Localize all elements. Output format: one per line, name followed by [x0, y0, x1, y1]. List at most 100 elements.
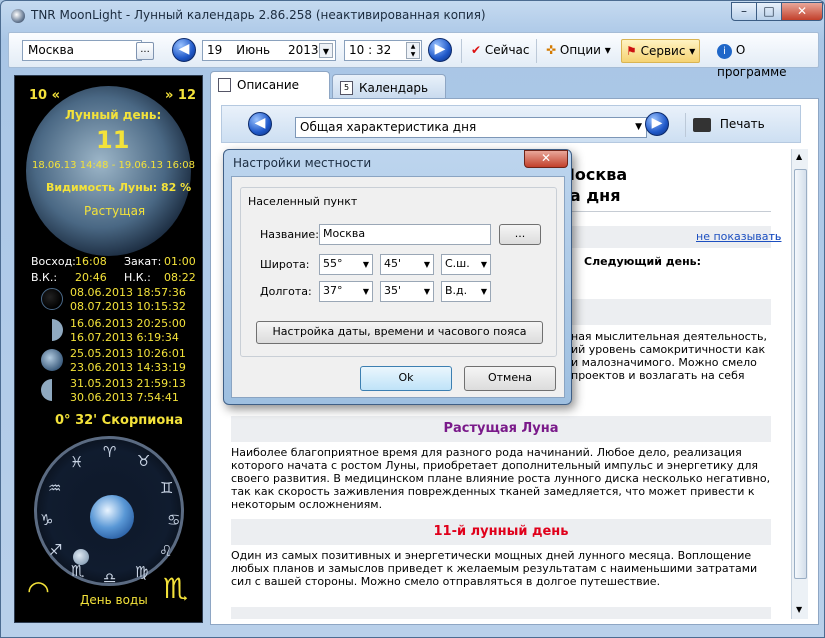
toolbar-separator — [461, 39, 462, 63]
virgo-icon: ♍ — [135, 563, 149, 581]
page-icon — [218, 78, 231, 92]
print-button[interactable]: Печать — [693, 112, 765, 136]
window-title: TNR MoonLight - Лунный календарь 2.86.25… — [31, 8, 486, 22]
leo-icon: ♌ — [159, 542, 173, 560]
libra-icon: ♎ — [103, 569, 117, 587]
pisces-icon: ♓ — [70, 453, 84, 471]
scroll-down-icon[interactable]: ▼ — [796, 605, 802, 614]
zodiac-position: 0° 32' Скорпиона — [55, 413, 184, 428]
longitude-hemisphere: В.д. — [445, 284, 468, 297]
earth-icon — [90, 495, 134, 539]
chevron-down-icon: ▼ — [480, 260, 487, 269]
options-button[interactable]: ✜ Опции ▾ — [542, 39, 615, 63]
moon-phase-name: Растущая — [84, 204, 146, 218]
capricorn-icon: ♑ — [40, 511, 54, 529]
options-icon: ✜ — [546, 43, 557, 57]
city-browse-button[interactable]: ... — [136, 42, 154, 60]
nk-time: 08:22 — [164, 271, 196, 284]
section-select[interactable]: Общая характеристика дня ▼ — [295, 117, 647, 138]
time-field[interactable]: 10 : 32 ▲ ▼ — [344, 40, 422, 61]
minimize-button[interactable]: – — [731, 2, 757, 21]
arrow-left-icon: ◀ — [254, 115, 266, 131]
tab-description[interactable]: Описание — [210, 71, 330, 99]
about-button[interactable]: i О программе — [713, 39, 818, 79]
maximize-button[interactable]: □ — [756, 2, 782, 21]
longitude-label: Долгота: — [260, 285, 312, 298]
aquarius-icon: ♒ — [48, 479, 62, 497]
latitude-label: Широта: — [260, 258, 310, 271]
options-label: Опции — [559, 43, 601, 57]
info-icon: i — [717, 44, 732, 59]
next-lunar-day-link[interactable]: » 12 — [165, 88, 196, 103]
datetime-settings-button[interactable]: Настройка даты, времени и часового пояса — [256, 321, 543, 344]
scroll-up-icon[interactable]: ▲ — [796, 152, 802, 161]
service-button[interactable]: ⚑ Сервис ▾ — [621, 39, 701, 63]
sagittarius-icon: ♐ — [49, 541, 63, 559]
tab-description-label: Описание — [237, 78, 300, 92]
chevron-down-icon: ▼ — [423, 287, 430, 296]
section-toolbar: ◀ Общая характеристика дня ▼ ▶ Печать — [221, 105, 801, 143]
vk-label: В.К.: — [31, 271, 58, 284]
dialog-close-button[interactable]: ✕ — [524, 150, 568, 168]
chevron-down-icon[interactable]: ▼ — [319, 43, 333, 58]
latitude-degrees-select[interactable]: 55° ▼ — [319, 254, 373, 275]
moon-marker-icon — [73, 549, 89, 565]
lunar-day-label: Лунный день: — [65, 108, 162, 122]
first-quarter-date-1: 16.06.2013 20:25:00 — [70, 317, 186, 330]
main-toolbar: Москва ... ◀ 19 Июнь 2013 ▼ 10 : 32 ▲ ▼ ▶… — [8, 32, 819, 79]
moon-symbol-icon: ◠ — [27, 576, 50, 606]
date-picker[interactable]: 19 Июнь 2013 ▼ — [202, 40, 336, 61]
city-field[interactable]: Москва — [22, 40, 142, 61]
vk-time: 20:46 — [75, 271, 107, 284]
scorpio-big-icon: ♏ — [163, 572, 189, 605]
chevron-down-icon: ▼ — [362, 287, 369, 296]
time-spinner[interactable]: ▲ ▼ — [406, 42, 420, 59]
next-day-button[interactable]: ▶ — [428, 38, 452, 62]
longitude-minutes-select[interactable]: 35' ▼ — [380, 281, 434, 302]
prev-day-button[interactable]: ◀ — [172, 38, 196, 62]
cancel-button[interactable]: Отмена — [464, 366, 556, 391]
latitude-minutes-select[interactable]: 45' ▼ — [380, 254, 434, 275]
time-value: 10 : 32 — [349, 43, 392, 57]
scroll-thumb[interactable] — [794, 169, 807, 579]
now-button[interactable]: ✔ Сейчас — [467, 39, 534, 63]
latitude-hemisphere: С.ш. — [445, 257, 470, 270]
gemini-icon: ♊ — [160, 479, 174, 497]
text-fragment: ная мыслительная деятельность, — [571, 330, 768, 343]
ok-button[interactable]: Ok — [360, 366, 452, 391]
aries-icon: ♈ — [103, 443, 117, 461]
next-section-button[interactable]: ▶ — [645, 112, 669, 136]
group-label: Населенный пункт — [248, 195, 358, 208]
first-quarter-icon — [41, 319, 63, 341]
taurus-icon: ♉ — [137, 452, 151, 470]
name-input[interactable]: Москва — [319, 224, 491, 245]
settlement-group: Населенный пункт Название: Москва ... Ши… — [240, 187, 557, 357]
new-moon-date-1: 08.06.2013 18:57:36 — [70, 286, 186, 299]
close-button[interactable]: ✕ — [781, 2, 823, 21]
arrow-right-icon: ▶ — [434, 41, 446, 57]
longitude-hemisphere-select[interactable]: В.д. ▼ — [441, 281, 491, 302]
date-month: Июнь — [236, 43, 271, 57]
check-icon: ✔ — [471, 43, 482, 57]
latitude-hemisphere-select[interactable]: С.ш. ▼ — [441, 254, 491, 275]
longitude-degrees-select[interactable]: 37° ▼ — [319, 281, 373, 302]
date-year: 2013 — [287, 43, 319, 57]
toolbar-separator — [685, 113, 686, 137]
lunar-day-11-header: 11-й лунный день — [231, 519, 771, 545]
latitude-degrees: 55° — [323, 257, 343, 270]
full-moon-date-1: 25.05.2013 10:26:01 — [70, 347, 186, 360]
tab-calendar[interactable]: 5 Календарь — [332, 74, 446, 99]
cancer-icon: ♋ — [167, 511, 181, 529]
prev-lunar-day-link[interactable]: 10 « — [29, 88, 60, 103]
chevron-down-icon: ▼ — [362, 260, 369, 269]
dialog-body: Населенный пункт Название: Москва ... Ши… — [231, 176, 565, 398]
main-window: TNR MoonLight - Лунный календарь 2.86.25… — [0, 0, 825, 638]
prev-section-button[interactable]: ◀ — [248, 112, 272, 136]
zodiac-wheel: ♈ ♉ ♊ ♋ ♌ ♍ ♎ ♏ ♐ ♑ ♒ ♓ — [34, 436, 184, 587]
name-browse-button[interactable]: ... — [499, 224, 541, 245]
vertical-scrollbar[interactable]: ▲ ▼ — [791, 149, 808, 619]
growing-moon-text: Наиболее благоприятное время для разного… — [231, 446, 771, 511]
sunset-time: 01:00 — [164, 255, 196, 268]
new-moon-icon — [41, 288, 63, 310]
hide-link[interactable]: не показывать — [696, 230, 781, 243]
